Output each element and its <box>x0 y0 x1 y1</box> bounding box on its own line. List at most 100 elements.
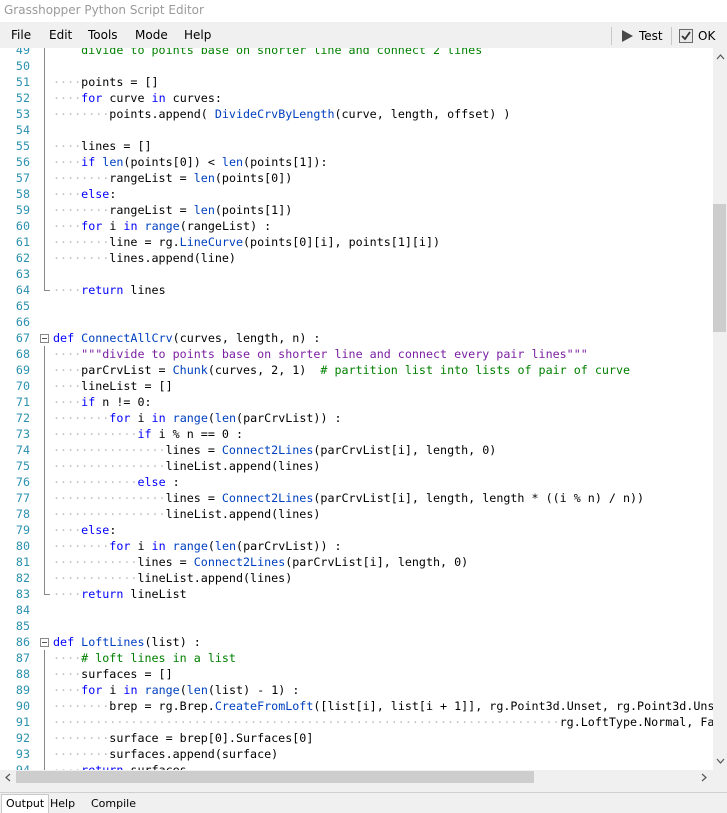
code-line[interactable]: 89 ····for i in range(len(list) - 1) : <box>0 682 713 698</box>
fold-toggle-icon[interactable] <box>40 334 49 343</box>
code-text: ········brep = rg.Brep.CreateFromLoft([l… <box>53 699 713 713</box>
line-number: 50 <box>15 59 30 73</box>
horizontal-scroll-thumb[interactable] <box>16 771 534 783</box>
line-number: 62 <box>15 251 30 265</box>
code-text: ····# loft lines in a list <box>53 651 236 665</box>
code-line[interactable]: 73 ············if i % n == 0 : <box>0 426 713 442</box>
ok-button[interactable]: OK <box>679 27 715 45</box>
tab-output[interactable]: Output <box>1 794 50 813</box>
test-button[interactable]: Test <box>620 27 663 45</box>
line-number: 57 <box>15 171 30 185</box>
code-line[interactable]: 79 ····else: <box>0 522 713 538</box>
line-number: 89 <box>15 683 30 697</box>
code-line[interactable]: 56 ····if len(points[0]) < len(points[1])… <box>0 154 713 170</box>
bottom-tabs: Output Help Compile <box>0 792 727 813</box>
code-text: ····"""divide to points base on shorter … <box>53 347 588 361</box>
code-line[interactable]: 76 ············else : <box>0 474 713 490</box>
line-number: 64 <box>15 283 30 297</box>
test-button-label: Test <box>639 29 663 43</box>
code-line[interactable]: 58 ····else: <box>0 186 713 202</box>
line-number: 94 <box>15 763 30 770</box>
code-line[interactable]: 93 ········surfaces.append(surface) <box>0 746 713 762</box>
line-number: 67 <box>15 331 30 345</box>
code-line[interactable]: 70 ····lineList = [] <box>0 378 713 394</box>
code-line[interactable]: 87 ····# loft lines in a list <box>0 650 713 666</box>
code-line[interactable]: 65 <box>0 298 713 314</box>
code-text: ················lineList.append(lines) <box>53 507 321 521</box>
code-text: ················lines = Connect2Lines(pa… <box>53 491 645 505</box>
line-number: 61 <box>15 235 30 249</box>
code-line[interactable]: 50 <box>0 58 713 74</box>
code-line[interactable]: 59 ········rangeList = len(points[1]) <box>0 202 713 218</box>
menu-mode[interactable]: Mode <box>135 28 168 42</box>
code-line[interactable]: 52 ····for curve in curves: <box>0 90 713 106</box>
menu-help[interactable]: Help <box>184 28 211 42</box>
fold-toggle-icon[interactable] <box>40 638 49 647</box>
code-line[interactable]: 71 ····if n != 0: <box>0 394 713 410</box>
code-line[interactable]: 85 <box>0 618 713 634</box>
code-line[interactable]: 66 <box>0 314 713 330</box>
code-line[interactable]: 94 ····return surfaces <box>0 762 713 770</box>
vertical-scrollbar[interactable] <box>713 48 727 770</box>
line-number: 51 <box>15 75 30 89</box>
code-text: ········line = rg.LineCurve(points[0][i]… <box>53 235 441 249</box>
line-number: 93 <box>15 747 30 761</box>
line-number: 86 <box>15 635 30 649</box>
code-line[interactable]: 53 ········points.append( DivideCrvByLeng… <box>0 106 713 122</box>
line-number: 75 <box>15 459 30 473</box>
scroll-up-arrow-icon[interactable] <box>713 50 727 64</box>
code-line[interactable]: 84 <box>0 602 713 618</box>
code-editor[interactable]: 49 divide to points base on shorter line… <box>0 48 713 770</box>
line-number: 66 <box>15 315 30 329</box>
line-number: 82 <box>15 571 30 585</box>
code-line[interactable]: 91 ······································… <box>0 714 713 730</box>
code-line[interactable]: 81 ············lines = Connect2Lines(parC… <box>0 554 713 570</box>
code-text: ················lineList.append(lines) <box>53 459 321 473</box>
fold-guide <box>44 48 45 290</box>
scroll-left-arrow-icon[interactable] <box>1 770 15 784</box>
scroll-right-arrow-icon[interactable] <box>697 770 711 784</box>
line-number: 59 <box>15 203 30 217</box>
line-number: 53 <box>15 107 30 121</box>
line-number: 78 <box>15 507 30 521</box>
code-line[interactable]: 67 def ConnectAllCrv(curves, length, n) : <box>0 330 713 346</box>
code-line[interactable]: 88 ····surfaces = [] <box>0 666 713 682</box>
code-line[interactable]: 74 ················lines = Connect2Lines(… <box>0 442 713 458</box>
line-number: 58 <box>15 187 30 201</box>
code-line[interactable]: 63 <box>0 266 713 282</box>
code-line[interactable]: 72 ········for i in range(len(parCrvList)… <box>0 410 713 426</box>
code-line[interactable]: 75 ················lineList.append(lines) <box>0 458 713 474</box>
code-line[interactable]: 61 ········line = rg.LineCurve(points[0][… <box>0 234 713 250</box>
code-line[interactable]: 83 ····return lineList <box>0 586 713 602</box>
code-line[interactable]: 69 ····parCrvList = Chunk(curves, 2, 1) #… <box>0 362 713 378</box>
line-number: 55 <box>15 139 30 153</box>
code-line[interactable]: 80 ········for i in range(len(parCrvList)… <box>0 538 713 554</box>
fold-guide <box>44 346 45 594</box>
menu-edit[interactable]: Edit <box>49 28 72 42</box>
code-line[interactable]: 51 ····points = [] <box>0 74 713 90</box>
code-line[interactable]: 82 ············lineList.append(lines) <box>0 570 713 586</box>
code-line[interactable]: 57 ········rangeList = len(points[0]) <box>0 170 713 186</box>
scroll-down-arrow-icon[interactable] <box>713 754 727 768</box>
code-line[interactable]: 68 ····"""divide to points base on shorte… <box>0 346 713 362</box>
line-number: 54 <box>15 123 30 137</box>
code-line[interactable]: 92 ········surface = brep[0].Surfaces[0] <box>0 730 713 746</box>
code-line[interactable]: 49 divide to points base on shorter line… <box>0 48 713 58</box>
code-line[interactable]: 86 def LoftLines(list) : <box>0 634 713 650</box>
code-line[interactable]: 55 ····lines = [] <box>0 138 713 154</box>
vertical-scroll-thumb[interactable] <box>713 204 726 332</box>
line-number: 60 <box>15 219 30 233</box>
code-line[interactable]: 77 ················lines = Connect2Lines(… <box>0 490 713 506</box>
line-number: 81 <box>15 555 30 569</box>
code-line[interactable]: 64 ····return lines <box>0 282 713 298</box>
code-text: ····for curve in curves: <box>53 91 222 105</box>
code-line[interactable]: 60 ····for i in range(rangeList) : <box>0 218 713 234</box>
code-line[interactable]: 78 ················lineList.append(lines) <box>0 506 713 522</box>
menu-file[interactable]: File <box>11 28 31 42</box>
code-line[interactable]: 54 <box>0 122 713 138</box>
menu-tools[interactable]: Tools <box>88 28 118 42</box>
code-text: ········for i in range(len(parCrvList)) … <box>53 411 342 425</box>
code-line[interactable]: 62 ········lines.append(line) <box>0 250 713 266</box>
code-line[interactable]: 90 ········brep = rg.Brep.CreateFromLoft(… <box>0 698 713 714</box>
fold-guide-end <box>44 290 50 291</box>
